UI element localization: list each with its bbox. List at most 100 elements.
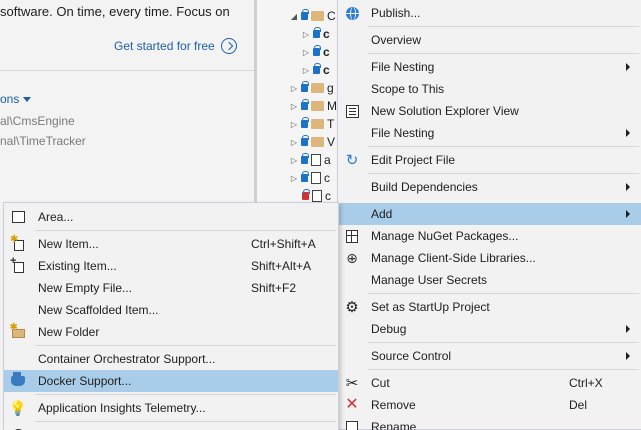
tree-item[interactable]: ▷ c xyxy=(290,169,330,187)
project-context-menu: Publish... Overview File Nesting Scope t… xyxy=(337,0,641,430)
tree-item[interactable]: ▷ a xyxy=(290,151,331,169)
menu-item-label: Overview xyxy=(371,33,422,47)
menu-item-shortcut: Ctrl+Shift+A xyxy=(251,237,316,251)
expand-icon[interactable]: ▷ xyxy=(290,138,298,147)
expand-icon[interactable]: ▷ xyxy=(290,156,298,165)
tree-item-label: M xyxy=(327,99,337,113)
folder-icon xyxy=(311,101,324,111)
tree-item[interactable]: ▷ c xyxy=(302,25,330,43)
tree-item[interactable]: ▷ M xyxy=(290,97,337,115)
menu-separator xyxy=(368,146,639,147)
tree-item-label: c xyxy=(324,171,330,185)
menu-separator xyxy=(368,293,639,294)
submenu-item-partial[interactable] xyxy=(4,424,338,430)
submenu-item-area[interactable]: Area... xyxy=(4,206,338,228)
get-started-link[interactable]: Get started for free xyxy=(114,38,237,54)
error-icon xyxy=(302,189,310,200)
folder-icon xyxy=(311,83,324,93)
menu-item-add[interactable]: Add xyxy=(338,203,641,225)
lock-icon xyxy=(301,117,309,128)
tree-item[interactable]: ▷ c xyxy=(302,61,330,79)
menu-item-label: Scope to This xyxy=(371,82,445,96)
tree-item-label: c xyxy=(323,63,330,77)
menu-item-remove[interactable]: ✕ Remove Del xyxy=(338,394,641,416)
submenu-item-container-orchestrator[interactable]: Container Orchestrator Support... xyxy=(4,348,338,370)
collapse-icon[interactable]: ◢ xyxy=(290,12,298,21)
menu-item-label: New Scaffolded Item... xyxy=(38,303,159,317)
menu-separator xyxy=(368,173,639,174)
get-started-label: Get started for free xyxy=(114,39,215,53)
expand-icon[interactable]: ▷ xyxy=(290,102,298,111)
caret-down-icon xyxy=(23,97,32,103)
menu-item-edit-project-file[interactable]: ↻ Edit Project File xyxy=(338,149,641,171)
recent-project-path[interactable]: nal\TimeTracker xyxy=(0,134,86,148)
menu-item-label: Docker Support... xyxy=(38,374,132,388)
menu-item-manage-nuget[interactable]: Manage NuGet Packages... xyxy=(338,225,641,247)
expand-icon[interactable]: ▷ xyxy=(290,174,298,183)
folder-icon xyxy=(311,119,324,129)
submenu-item-existing-item[interactable]: + Existing Item... Shift+Alt+A xyxy=(4,255,338,277)
menu-item-debug[interactable]: Debug xyxy=(338,318,641,340)
menu-item-label: New Item... xyxy=(38,237,99,251)
tree-item[interactable]: ▷ V xyxy=(290,133,335,151)
menu-item-overview[interactable]: Overview xyxy=(338,29,641,51)
menu-item-shortcut: Shift+Alt+A xyxy=(251,259,312,273)
insights-icon: 💡 xyxy=(9,400,27,416)
arrow-circle-icon xyxy=(220,38,237,54)
tree-item[interactable]: ▷ g xyxy=(290,79,334,97)
docker-icon xyxy=(10,372,26,389)
menu-item-cut[interactable]: ✂ Cut Ctrl+X xyxy=(338,372,641,394)
menu-item-label: Rename xyxy=(371,420,417,430)
submenu-arrow-icon xyxy=(626,129,630,137)
menu-item-manage-client-libraries[interactable]: ⊕ Manage Client-Side Libraries... xyxy=(338,247,641,269)
menu-item-shortcut: Shift+F2 xyxy=(251,281,297,295)
expand-icon[interactable]: ▷ xyxy=(302,66,310,75)
menu-item-build-dependencies[interactable]: Build Dependencies xyxy=(338,176,641,198)
submenu-item-new-empty-file[interactable]: New Empty File... Shift+F2 xyxy=(4,277,338,299)
solution-explorer: ◢ C ▷ c ▷ c ▷ c ▷ g ▷ M ▷ T ▷ V ▷ a ▷ c c xyxy=(257,0,340,205)
menu-separator xyxy=(368,53,639,54)
nuget-icon xyxy=(344,228,360,244)
menu-item-label: Existing Item... xyxy=(38,259,117,273)
menu-item-file-nesting[interactable]: File Nesting xyxy=(338,122,641,144)
expand-icon[interactable]: ▷ xyxy=(302,48,310,57)
menu-item-manage-user-secrets[interactable]: Manage User Secrets xyxy=(338,269,641,291)
submenu-item-app-insights[interactable]: 💡 Application Insights Telemetry... xyxy=(4,397,338,419)
menu-item-scope-to-this[interactable]: Scope to This xyxy=(338,78,641,100)
menu-item-rename[interactable]: Rename xyxy=(338,416,641,430)
menu-separator xyxy=(368,342,639,343)
menu-item-label: Manage Client-Side Libraries... xyxy=(371,251,536,265)
submenu-item-new-item[interactable]: ✱ New Item... Ctrl+Shift+A xyxy=(4,233,338,255)
solution-explorer-icon xyxy=(344,103,360,119)
menu-item-publish[interactable]: Publish... xyxy=(338,2,641,24)
tree-item-label: c xyxy=(325,189,331,203)
options-dropdown-link[interactable]: ons xyxy=(0,92,32,106)
lock-icon xyxy=(313,27,321,38)
tree-item[interactable]: ▷ c xyxy=(302,43,330,61)
rename-icon xyxy=(344,419,360,430)
globe-icon xyxy=(344,5,360,21)
gear-icon: ⚙ xyxy=(345,298,359,316)
existing-item-icon: + xyxy=(10,255,26,274)
recent-project-path[interactable]: al\CmsEngine xyxy=(0,114,75,128)
menu-item-source-control[interactable]: Source Control xyxy=(338,345,641,367)
submenu-item-new-scaffolded-item[interactable]: New Scaffolded Item... xyxy=(4,299,338,321)
expand-icon[interactable]: ▷ xyxy=(302,30,310,39)
menu-item-set-startup[interactable]: ⚙ Set as StartUp Project xyxy=(338,296,641,318)
menu-item-file-nesting[interactable]: File Nesting xyxy=(338,56,641,78)
menu-separator xyxy=(35,421,336,422)
menu-item-new-solution-explorer-view[interactable]: New Solution Explorer View xyxy=(338,100,641,122)
menu-item-label: Debug xyxy=(371,322,407,336)
menu-item-label: Remove xyxy=(371,398,416,412)
expand-icon[interactable]: ▷ xyxy=(290,120,298,129)
tree-item[interactable]: ◢ C xyxy=(290,7,336,25)
submenu-item-new-folder[interactable]: ✱ New Folder xyxy=(4,321,338,343)
menu-item-shortcut: Del xyxy=(569,398,588,412)
expand-icon[interactable]: ▷ xyxy=(290,84,298,93)
submenu-item-docker-support[interactable]: Docker Support... xyxy=(4,370,338,392)
tree-item[interactable]: ▷ T xyxy=(290,115,334,133)
menu-item-label: Container Orchestrator Support... xyxy=(38,352,216,366)
tree-item-label: V xyxy=(327,135,336,149)
remove-x-icon: ✕ xyxy=(345,396,359,413)
menu-item-label: New Empty File... xyxy=(38,281,133,295)
